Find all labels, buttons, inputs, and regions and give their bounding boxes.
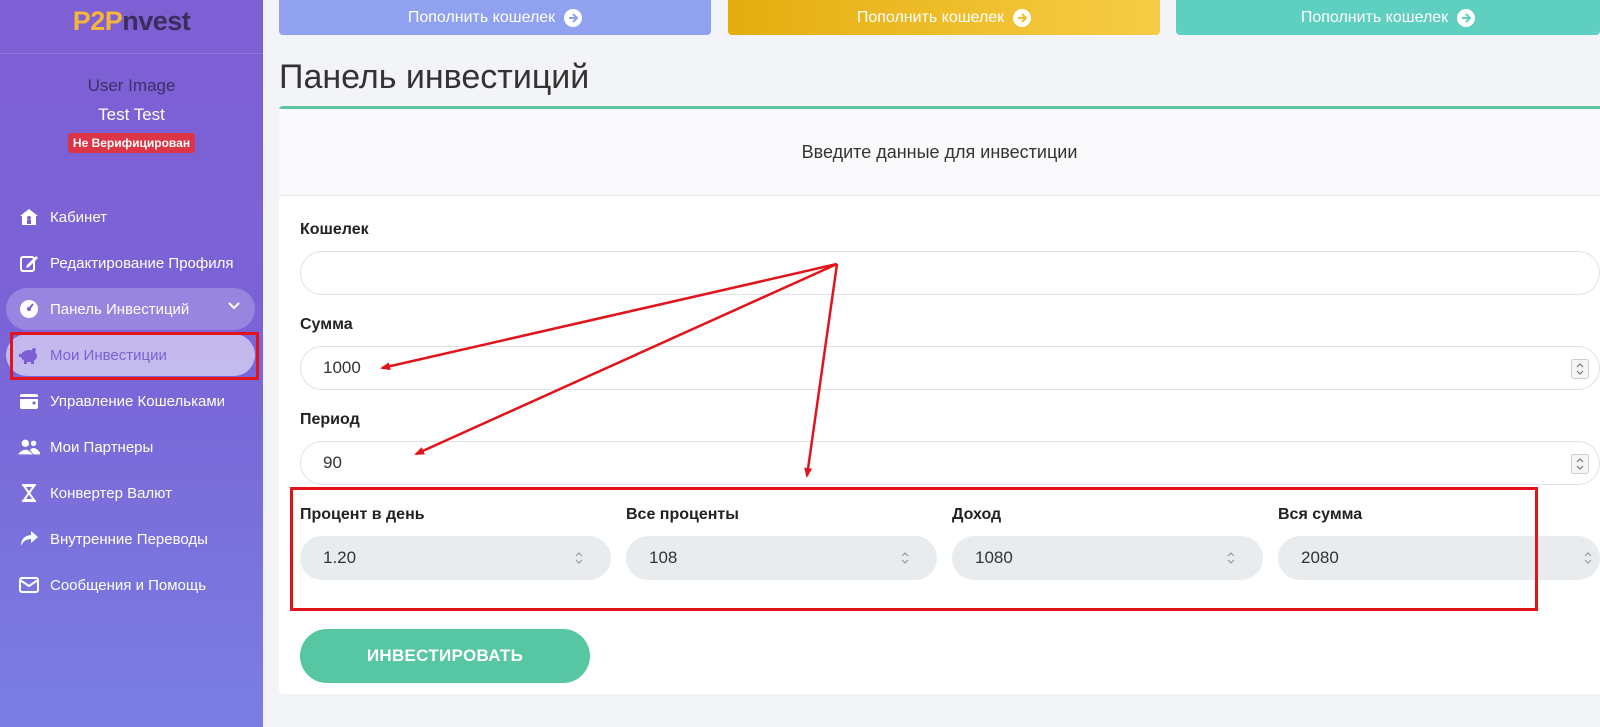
sidebar-item-label: Конвертер Валют (50, 484, 172, 502)
amount-input[interactable]: 1000 (300, 346, 1600, 390)
wallet-icon (18, 390, 40, 412)
verification-badge: Не Верифицирован (67, 133, 196, 153)
share-icon (18, 528, 40, 550)
sidebar-item-currency-converter[interactable]: Конвертер Валют (6, 472, 255, 514)
logo[interactable]: P2Pnvest (0, 0, 263, 54)
users-icon (18, 436, 40, 458)
sidebar-item-label: Панель Инвестиций (50, 300, 190, 318)
top-up-wallet-button-3[interactable]: Пополнить кошелек (1176, 0, 1600, 35)
sidebar-item-label: Внутренние Переводы (50, 530, 208, 548)
period-label: Период (300, 411, 360, 428)
wallet-label: Кошелек (300, 221, 369, 238)
amount-label: Сумма (300, 316, 353, 333)
button-label: Пополнить кошелек (856, 8, 1005, 26)
sidebar-item-label: Сообщения и Помощь (50, 576, 207, 594)
period-input[interactable]: 90 (300, 441, 1600, 485)
hourglass-icon (18, 482, 40, 504)
user-panel: User Image Test Test Не Верифицирован (0, 76, 263, 153)
user-name: Test Test (98, 105, 165, 124)
sidebar-item-edit-profile[interactable]: Редактирование Профиля (6, 242, 255, 284)
sidebar-item-wallets[interactable]: Управление Кошельками (6, 380, 255, 422)
sidebar-item-label: Кабинет (50, 208, 108, 226)
amount-value: 1000 (323, 358, 361, 377)
sidebar-item-label: Управление Кошельками (50, 392, 226, 410)
chevron-down-icon[interactable] (227, 299, 241, 317)
spinner-icon (1583, 549, 1593, 572)
arrow-right-icon (564, 8, 583, 27)
period-value: 90 (323, 453, 342, 472)
dashboard-icon (18, 298, 40, 320)
logo-invest: nvest (122, 6, 191, 36)
card-header-text: Введите данные для инвестиции (801, 141, 1078, 162)
sidebar-item-messages[interactable]: Сообщения и Помощь (6, 564, 255, 606)
arrow-right-icon (1013, 8, 1032, 27)
top-up-wallet-button-1[interactable]: Пополнить кошелек (279, 0, 711, 35)
card-header: Введите данные для инвестиции (279, 109, 1600, 196)
edit-icon (18, 252, 40, 274)
button-label: Пополнить кошелек (1300, 8, 1449, 26)
sidebar-item-partners[interactable]: Мои Партнеры (6, 426, 255, 468)
spinner-icon[interactable] (1571, 454, 1589, 474)
invest-button[interactable]: ИНВЕСТИРОВАТЬ (300, 629, 590, 683)
sidebar-item-transfers[interactable]: Внутренние Переводы (6, 518, 255, 560)
wallet-select[interactable] (300, 251, 1600, 295)
sidebar-item-label: Редактирование Профиля (50, 254, 234, 272)
spinner-icon[interactable] (1571, 359, 1589, 379)
user-image: User Image (87, 76, 176, 95)
annotation-highlight-box (290, 487, 1538, 611)
envelope-icon (18, 574, 40, 596)
button-label: Пополнить кошелек (407, 8, 556, 26)
sidebar-nav: Кабинет Редактирование Профиля Панель Ин… (0, 192, 263, 606)
sidebar-item-label: Мои Партнеры (50, 438, 154, 456)
annotation-highlight-box (10, 332, 259, 380)
home-icon (18, 206, 40, 228)
arrow-right-icon (1457, 8, 1476, 27)
page-title: Панель инвестиций (279, 58, 590, 96)
sidebar-item-investment-panel[interactable]: Панель Инвестиций (6, 288, 255, 330)
logo-p2p: P2P (72, 6, 123, 36)
top-up-wallet-button-2[interactable]: Пополнить кошелек (728, 0, 1160, 35)
sidebar-item-cabinet[interactable]: Кабинет (6, 196, 255, 238)
